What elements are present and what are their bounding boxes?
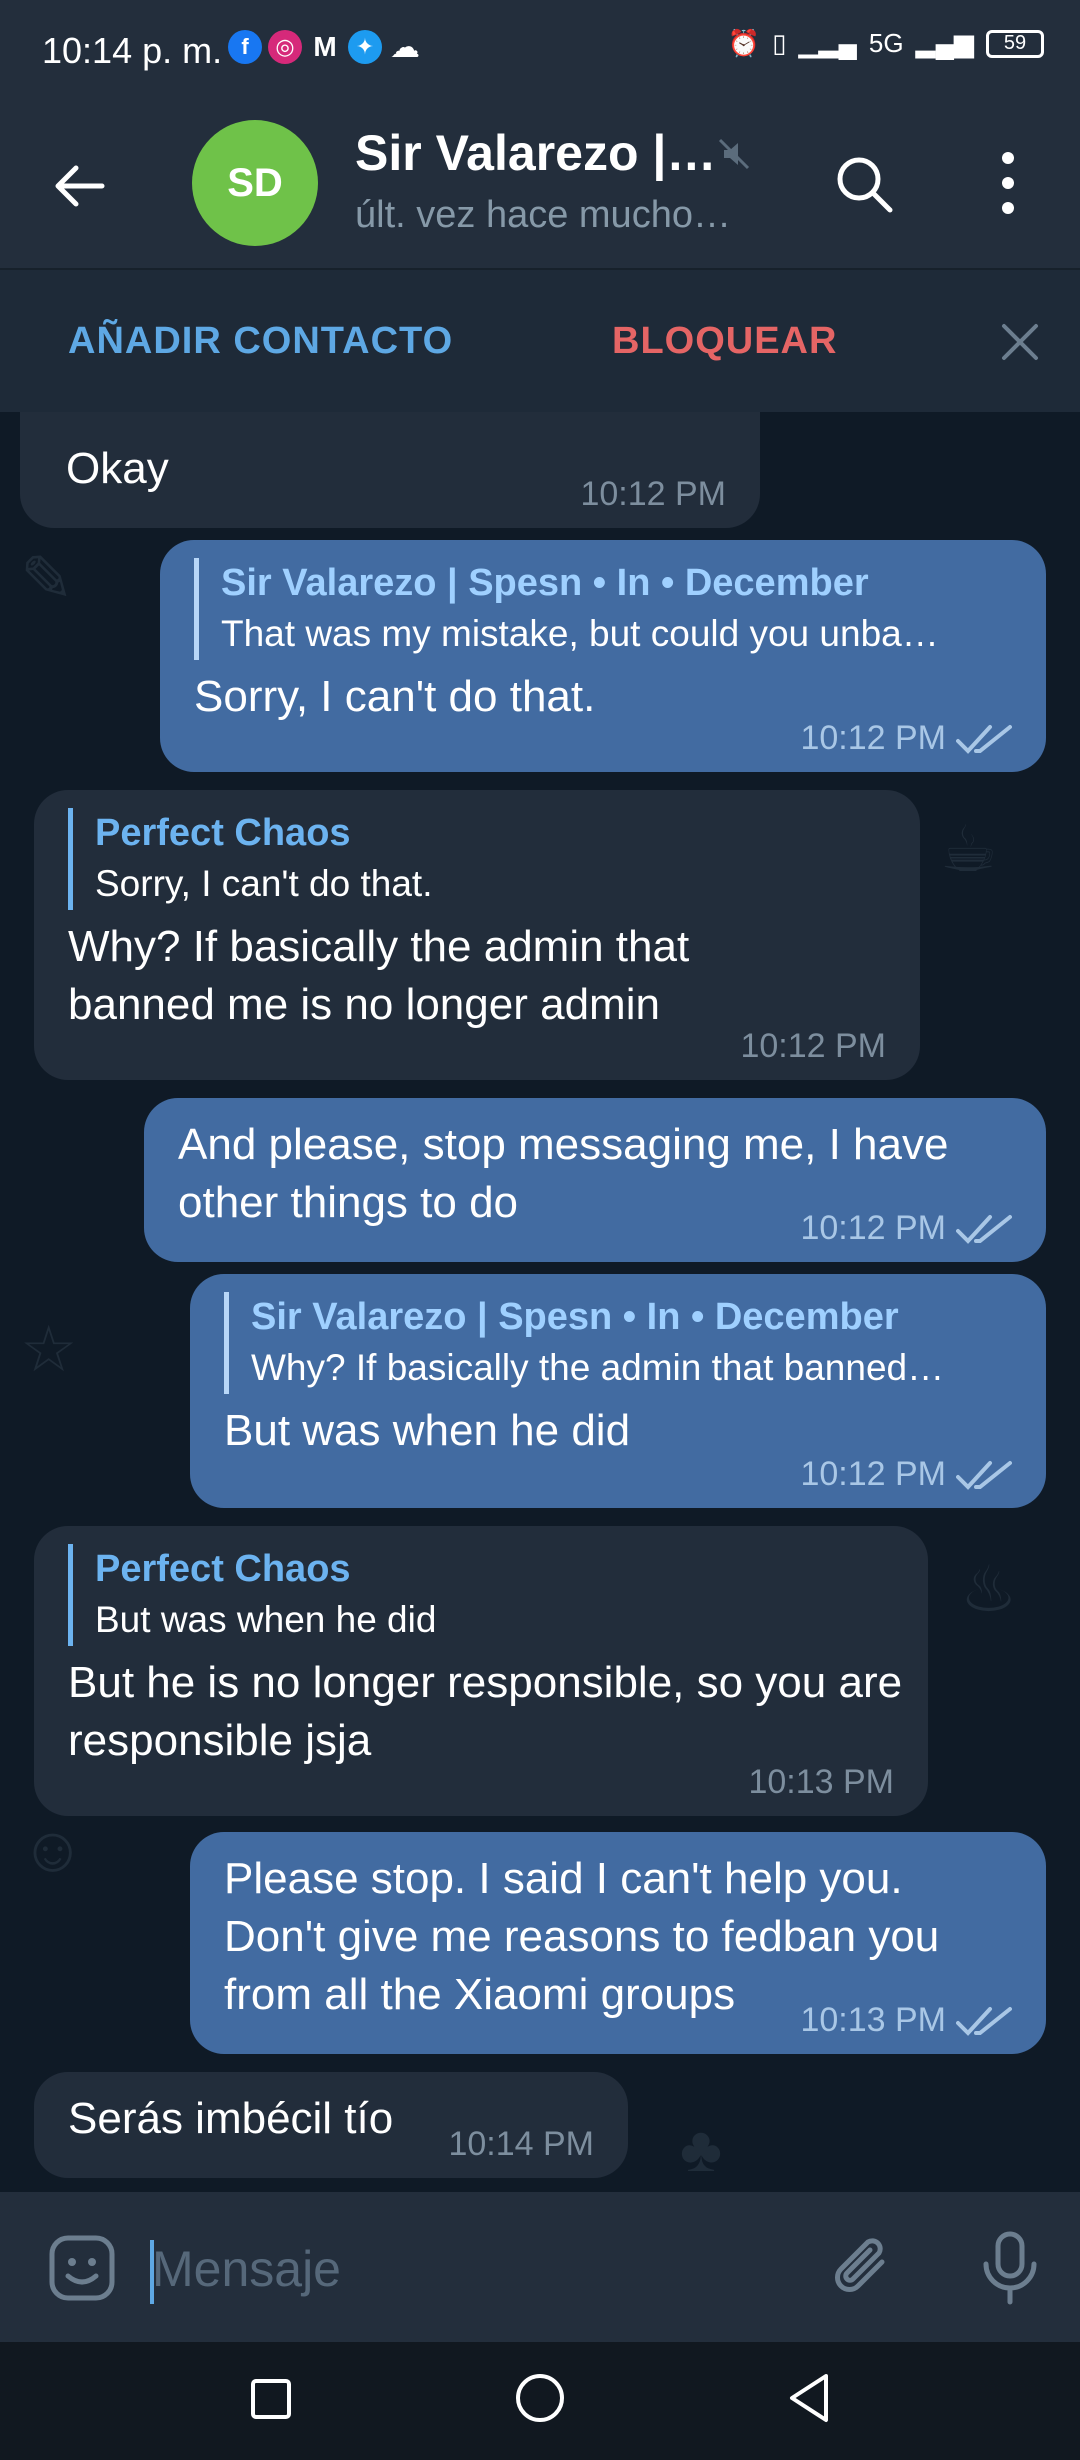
message-time: 10:14 PM	[448, 2125, 594, 2163]
doodle-icon: ☺	[20, 1813, 86, 1885]
chat-title[interactable]: Sir Valarezo |…	[355, 124, 716, 182]
message-time: 10:12 PM	[800, 1455, 1012, 1494]
message-time: 10:12 PM	[800, 1209, 1012, 1248]
reply-text: That was my mistake, but could you unba…	[221, 613, 939, 654]
signal-icon: ▁▂▄	[798, 28, 857, 58]
chat-header: SD Sir Valarezo |… últ. vez hace mucho…	[0, 96, 1080, 268]
add-contact-button[interactable]: AÑADIR CONTACTO	[68, 320, 453, 363]
status-bar: 10:14 p. m. f ◎ M ✦ ☁ ⏰ ▯ ▁▂▄ 5G ▂▄▆ 59	[0, 0, 1080, 96]
message-bubble-outgoing[interactable]: Sir Valarezo | Spesn • In • December Why…	[190, 1274, 1046, 1508]
system-icons: ⏰ ▯ ▁▂▄ 5G ▂▄▆ 59	[728, 28, 1044, 59]
message-text: Please stop. I said I can't help you. Do…	[224, 1854, 940, 2019]
reply-quote[interactable]: Perfect Chaos Sorry, I can't do that.	[68, 808, 888, 910]
message-text: Why? If basically the admin that banned …	[68, 922, 690, 1029]
battery-level: 59	[1003, 32, 1027, 54]
alarm-icon: ⏰	[727, 28, 761, 58]
message-time: 10:12 PM	[800, 719, 1012, 758]
message-time: 10:12 PM	[580, 475, 726, 513]
reply-author: Perfect Chaos	[95, 812, 351, 854]
message-bubble-incoming[interactable]: Perfect Chaos But was when he did But he…	[34, 1526, 928, 1816]
nav-back-icon[interactable]	[786, 2372, 832, 2424]
sticker-emoji-icon[interactable]	[46, 2232, 118, 2304]
doodle-icon: ✎	[20, 543, 74, 615]
read-checks-icon	[956, 1214, 1012, 1244]
reply-author: Perfect Chaos	[95, 1548, 351, 1590]
doodle-icon: ♣	[680, 2113, 722, 2185]
twitter-icon: ✦	[348, 30, 382, 64]
gmail-icon: M	[313, 31, 337, 62]
text-caret	[150, 2240, 154, 2304]
message-list[interactable]: ✎ ⚲ ☕ ☆ ♨ ☺ ♣ Okay 10:12 PM Sir Valarezo…	[0, 412, 1080, 2192]
reply-author: Sir Valarezo | Spesn • In • December	[251, 1296, 899, 1338]
message-bubble-incoming[interactable]: Okay 10:12 PM	[20, 412, 760, 528]
reply-text: Why? If basically the admin that banned…	[251, 1347, 945, 1388]
message-bubble-outgoing[interactable]: Please stop. I said I can't help you. Do…	[190, 1832, 1046, 2054]
instagram-icon: ◎	[268, 30, 302, 64]
battery-icon: 59	[986, 29, 1044, 58]
signal-5g-icon: ▂▄▆	[915, 28, 974, 58]
vibrate-icon: ▯	[772, 28, 787, 58]
message-text: Sorry, I can't do that.	[194, 672, 596, 721]
back-arrow-icon[interactable]	[50, 156, 110, 216]
reply-text: Sorry, I can't do that.	[95, 863, 433, 904]
attach-icon[interactable]	[828, 2232, 900, 2304]
read-checks-icon	[956, 724, 1012, 754]
message-text: Okay	[66, 444, 169, 493]
status-time: 10:14 p. m.	[42, 30, 223, 71]
search-icon[interactable]	[832, 152, 896, 216]
microphone-icon[interactable]	[974, 2230, 1046, 2306]
reply-quote[interactable]: Perfect Chaos But was when he did	[68, 1544, 896, 1646]
close-icon[interactable]	[998, 320, 1042, 364]
doodle-icon: ♨	[960, 1553, 1018, 1625]
more-options-icon[interactable]	[990, 148, 1026, 218]
message-time: 10:12 PM	[740, 1027, 886, 1065]
unknown-contact-bar: AÑADIR CONTACTO BLOQUEAR	[0, 268, 1080, 414]
message-text: But was when he did	[224, 1406, 631, 1455]
doodle-icon: ☕	[940, 813, 998, 885]
message-input[interactable]	[150, 2228, 794, 2310]
message-bubble-outgoing[interactable]: Sir Valarezo | Spesn • In • December Tha…	[160, 540, 1046, 772]
system-navigation-bar	[0, 2342, 1080, 2460]
message-bubble-incoming[interactable]: Perfect Chaos Sorry, I can't do that. Wh…	[34, 790, 920, 1080]
reply-quote[interactable]: Sir Valarezo | Spesn • In • December Why…	[224, 1292, 1014, 1394]
message-time: 10:13 PM	[800, 2001, 1012, 2040]
notification-icons: f ◎ M ✦ ☁	[228, 30, 422, 64]
reply-quote[interactable]: Sir Valarezo | Spesn • In • December Tha…	[194, 558, 1014, 660]
read-checks-icon	[956, 2006, 1012, 2036]
muted-icon	[718, 138, 750, 170]
message-composer	[0, 2192, 1080, 2342]
message-text: But he is no longer responsible, so you …	[68, 1658, 903, 1765]
avatar[interactable]: SD	[192, 120, 318, 246]
read-checks-icon	[956, 1460, 1012, 1490]
recent-apps-icon[interactable]	[250, 2378, 292, 2420]
message-bubble-incoming[interactable]: Serás imbécil tío 10:14 PM	[34, 2072, 628, 2178]
cloud-icon: ☁	[390, 30, 420, 64]
message-time: 10:13 PM	[748, 1763, 894, 1801]
message-bubble-outgoing[interactable]: And please, stop messaging me, I have ot…	[144, 1098, 1046, 1262]
reply-text: But was when he did	[95, 1599, 437, 1640]
block-button[interactable]: BLOQUEAR	[612, 320, 837, 363]
network-type: 5G	[868, 28, 904, 58]
last-seen-status: últ. vez hace mucho…	[355, 194, 731, 236]
home-icon[interactable]	[514, 2372, 566, 2424]
facebook-icon: f	[228, 30, 262, 64]
doodle-icon: ☆	[20, 1313, 78, 1385]
reply-author: Sir Valarezo | Spesn • In • December	[221, 562, 869, 604]
